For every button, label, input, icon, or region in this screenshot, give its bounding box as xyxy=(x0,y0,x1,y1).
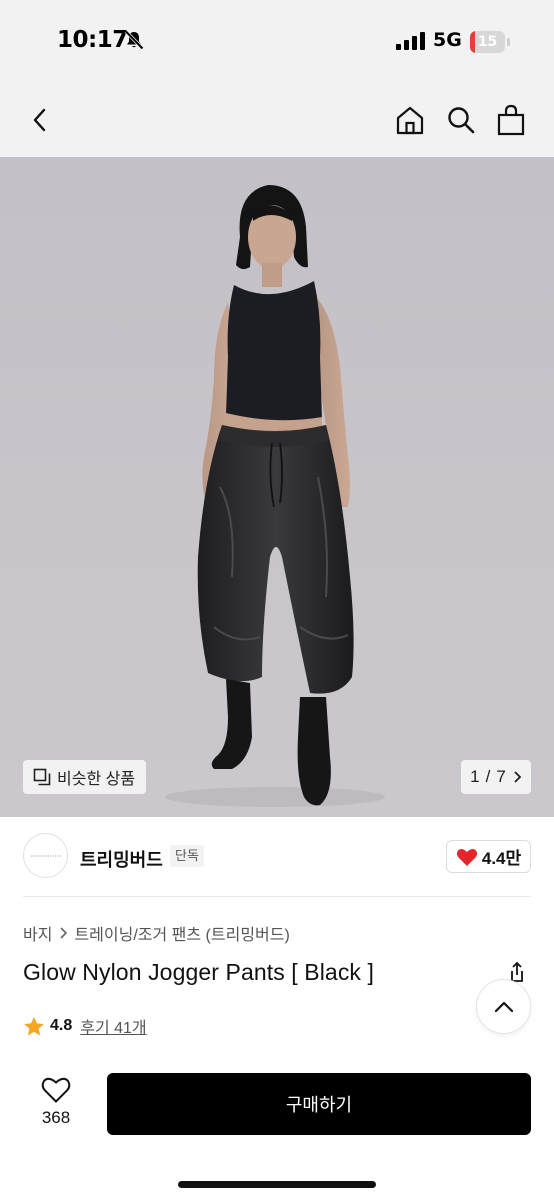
image-pager[interactable]: 1 / 7 xyxy=(461,760,531,794)
buy-button[interactable]: 구매하기 xyxy=(107,1073,531,1135)
wishlist-button[interactable]: 368 xyxy=(28,1076,84,1136)
product-image-carousel[interactable]: 비슷한 상품 1 / 7 xyxy=(0,157,554,817)
chevron-left-icon xyxy=(33,108,46,132)
status-time: 10:17 xyxy=(57,27,128,53)
battery-icon: 15 xyxy=(470,31,510,53)
brand-like-count: 4.4만 xyxy=(481,849,522,868)
chevron-right-icon xyxy=(514,771,522,783)
home-icon xyxy=(396,106,424,135)
network-label: 5G xyxy=(433,29,462,51)
similar-products-label: 비슷한 상품 xyxy=(57,771,136,788)
chevron-right-icon xyxy=(60,927,68,939)
pager-separator: / xyxy=(485,767,491,786)
product-title: Glow Nylon Jogger Pants [ Black ] xyxy=(23,959,375,985)
brand-like-button[interactable]: 4.4만 xyxy=(446,840,531,873)
rating-score: 4.8 xyxy=(50,1017,73,1034)
product-photo xyxy=(165,185,385,807)
brand-row: 트리밍버드 단독 4.4만 xyxy=(0,817,554,897)
scroll-to-top-button[interactable] xyxy=(476,979,531,1034)
back-button[interactable] xyxy=(20,100,60,140)
star-icon xyxy=(24,1016,44,1035)
pager-total: 7 xyxy=(496,767,506,786)
pager-current: 1 xyxy=(470,767,480,786)
shopping-bag-icon xyxy=(497,104,525,136)
exclusive-badge: 단독 xyxy=(170,845,204,867)
similar-items-icon xyxy=(33,768,51,786)
cart-button[interactable] xyxy=(491,100,531,140)
chevron-up-icon xyxy=(494,1001,513,1012)
wishlist-count: 368 xyxy=(41,1108,71,1127)
bottom-action-bar: 368 구매하기 xyxy=(0,1058,554,1200)
brand-logo[interactable] xyxy=(23,833,68,878)
brand-name[interactable]: 트리밍버드 xyxy=(80,846,163,872)
battery-level: 15 xyxy=(477,34,498,50)
similar-products-button[interactable]: 비슷한 상품 xyxy=(23,760,147,794)
search-icon xyxy=(448,107,475,134)
breadcrumb-category[interactable]: 바지 xyxy=(23,921,52,945)
review-link[interactable]: 후기 41개 xyxy=(80,1014,146,1038)
home-indicator xyxy=(178,1181,376,1188)
brand-logo-mark xyxy=(30,855,61,856)
rating-row: 4.8 후기 41개 xyxy=(23,1014,147,1038)
breadcrumb-subcategory[interactable]: 트레이닝/조거 팬츠 (트리밍버드) xyxy=(74,921,289,945)
search-button[interactable] xyxy=(441,100,481,140)
status-bar: 10:17 5G 15 xyxy=(0,0,554,84)
bell-muted-icon xyxy=(124,30,144,50)
home-button[interactable] xyxy=(390,100,430,140)
heart-outline-icon xyxy=(41,1077,71,1103)
breadcrumb: 바지 트레이닝/조거 팬츠 (트리밍버드) xyxy=(23,921,290,945)
top-nav-bar xyxy=(0,84,554,157)
signal-icon xyxy=(396,32,425,50)
heart-filled-icon xyxy=(456,848,477,866)
divider xyxy=(23,896,531,897)
